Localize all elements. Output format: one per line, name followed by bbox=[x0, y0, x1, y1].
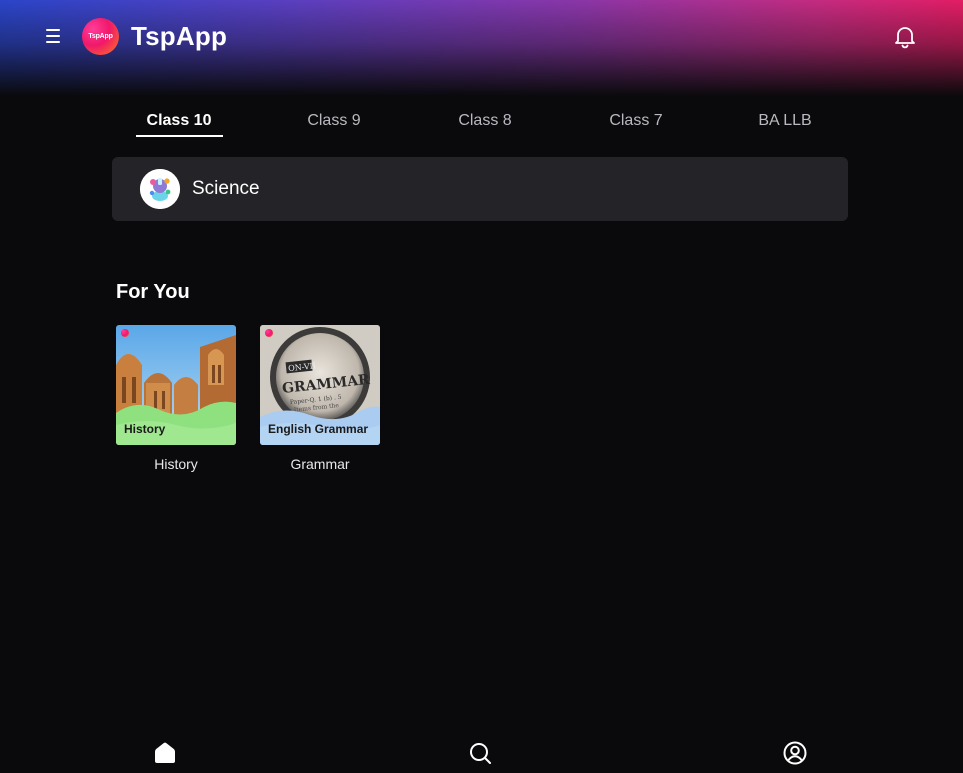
for-you-title: For You bbox=[116, 281, 190, 303]
tab-class-8[interactable]: Class 8 bbox=[410, 108, 560, 138]
menu-icon[interactable] bbox=[44, 27, 62, 45]
active-tab-indicator bbox=[136, 135, 223, 137]
home-icon[interactable] bbox=[152, 740, 178, 766]
app-logo[interactable]: TspApp bbox=[82, 18, 119, 55]
tspapp-mini-logo bbox=[121, 329, 129, 337]
tspapp-mini-logo bbox=[265, 329, 273, 337]
search-icon[interactable] bbox=[467, 740, 493, 766]
tab-class-10[interactable]: Class 10 bbox=[104, 108, 254, 138]
subject-label: Science bbox=[192, 178, 260, 199]
grammar-thumbnail: ON-VII GRAMMAR Paper-Q. 1 (b) . 5 Items … bbox=[260, 325, 380, 445]
app-title: TspApp bbox=[131, 21, 228, 51]
card-caption: Grammar bbox=[290, 456, 350, 472]
card-caption: History bbox=[154, 456, 198, 472]
card-history[interactable]: History History bbox=[116, 325, 236, 472]
app-header: TspApp TspApp bbox=[0, 0, 963, 96]
tab-class-7[interactable]: Class 7 bbox=[561, 108, 711, 138]
logo-text: TspApp bbox=[88, 33, 113, 40]
science-icon bbox=[140, 169, 180, 209]
card-grammar[interactable]: ON-VII GRAMMAR Paper-Q. 1 (b) . 5 Items … bbox=[260, 325, 380, 472]
history-thumbnail: History bbox=[116, 325, 236, 445]
tab-ba-llb[interactable]: BA LLB bbox=[710, 108, 860, 138]
profile-icon[interactable] bbox=[782, 740, 808, 766]
thumbnail-tag: History bbox=[124, 422, 166, 436]
bell-icon[interactable] bbox=[891, 22, 919, 50]
bottom-nav bbox=[0, 730, 963, 773]
subject-item-science[interactable]: Science bbox=[112, 157, 848, 221]
tab-class-9[interactable]: Class 9 bbox=[259, 108, 409, 138]
class-tabs: Class 10 Class 9 Class 8 Class 7 BA LLB bbox=[104, 108, 860, 140]
thumbnail-tag: English Grammar bbox=[268, 422, 369, 436]
